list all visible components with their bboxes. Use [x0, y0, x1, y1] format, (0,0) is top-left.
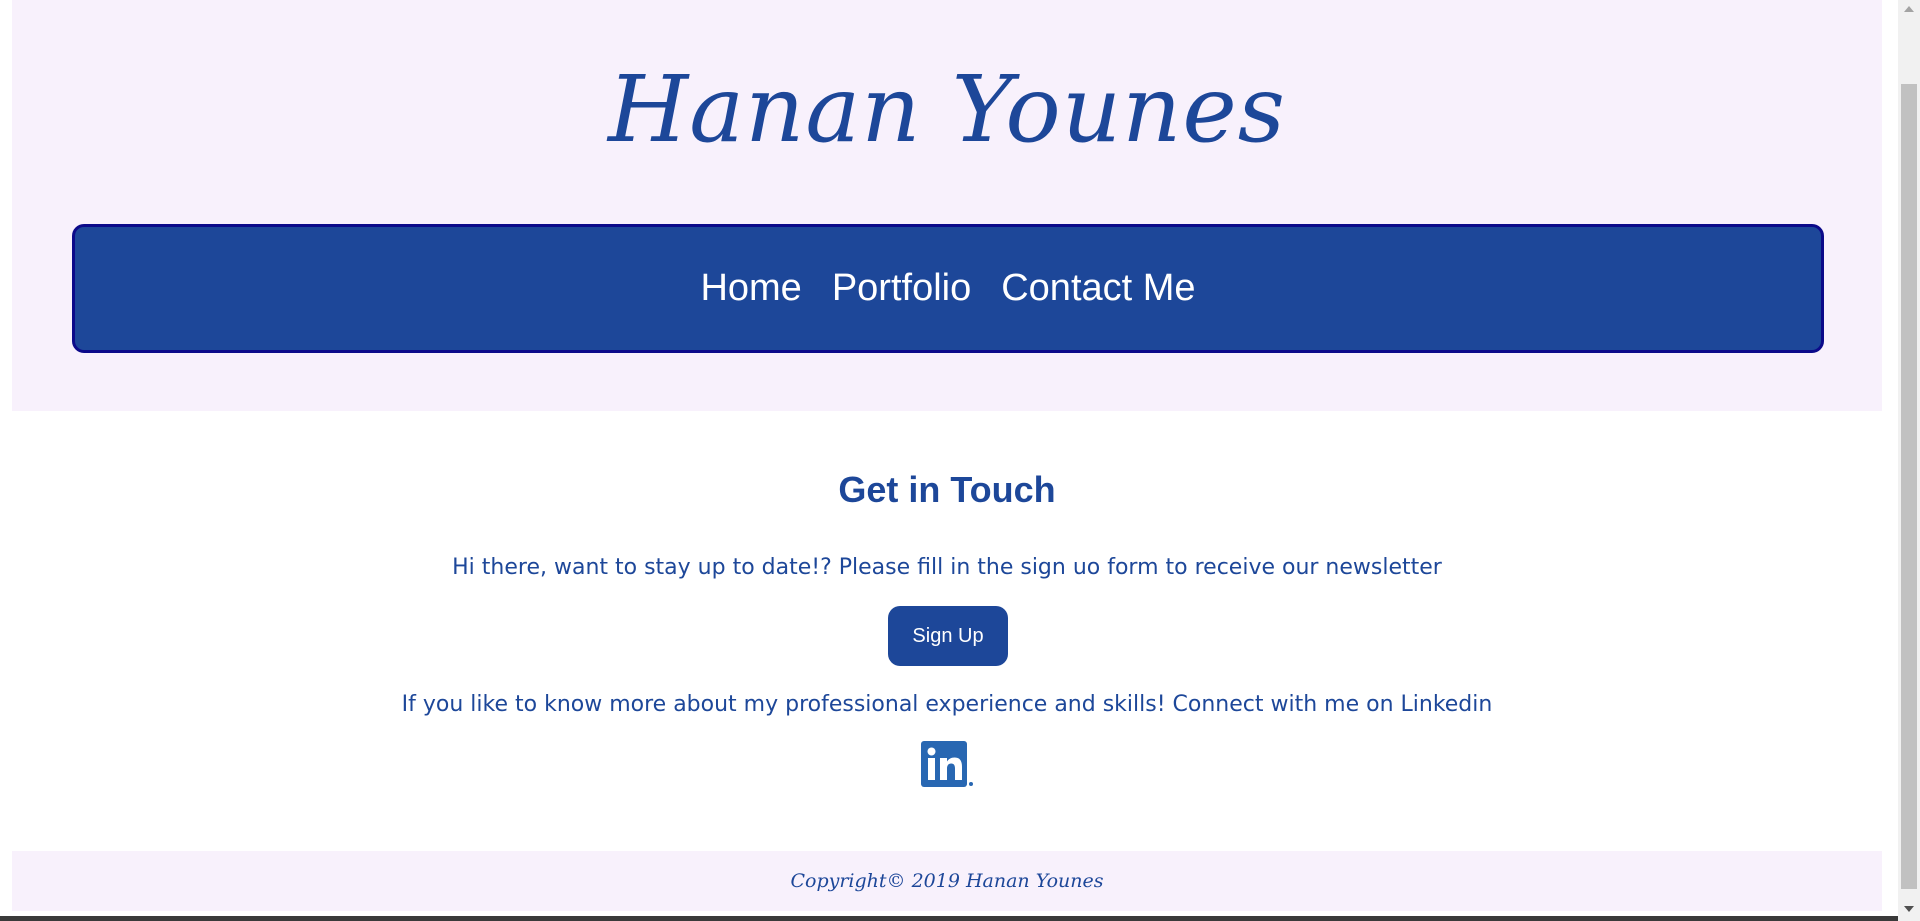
site-header: Hanan Younes Home Portfolio Contact Me	[12, 0, 1882, 411]
linkedin-icon[interactable]	[921, 741, 977, 787]
site-footer: Copyright© 2019 Hanan Younes	[12, 851, 1882, 911]
main-navbar: Home Portfolio Contact Me	[72, 224, 1824, 353]
sign-up-button[interactable]: Sign Up	[888, 606, 1008, 666]
page-content: Hanan Younes Home Portfolio Contact Me G…	[12, 0, 1882, 921]
linkedin-logo-graphic	[921, 741, 973, 787]
copyright-text: Copyright© 2019 Hanan Younes	[790, 870, 1104, 892]
vertical-scrollbar[interactable]	[1898, 0, 1920, 921]
section-heading: Get in Touch	[838, 469, 1056, 510]
contact-section: Get in Touch Hi there, want to stay up t…	[12, 411, 1882, 851]
page: Hanan Younes Home Portfolio Contact Me G…	[0, 0, 1920, 921]
newsletter-text: Hi there, want to stay up to date!? Plea…	[452, 555, 1442, 580]
nav-home-link[interactable]: Home	[700, 267, 801, 310]
linkedin-text: If you like to know more about my profes…	[401, 692, 1493, 717]
scrollbar-thumb[interactable]	[1901, 84, 1917, 889]
nav-contact-link[interactable]: Contact Me	[1001, 267, 1195, 310]
scroll-up-arrow-icon[interactable]	[1904, 6, 1914, 12]
window-bottom-border	[0, 916, 1898, 921]
site-title: Hanan Younes	[608, 56, 1286, 163]
scroll-down-arrow-icon[interactable]	[1904, 906, 1914, 912]
nav-portfolio-link[interactable]: Portfolio	[832, 267, 971, 310]
